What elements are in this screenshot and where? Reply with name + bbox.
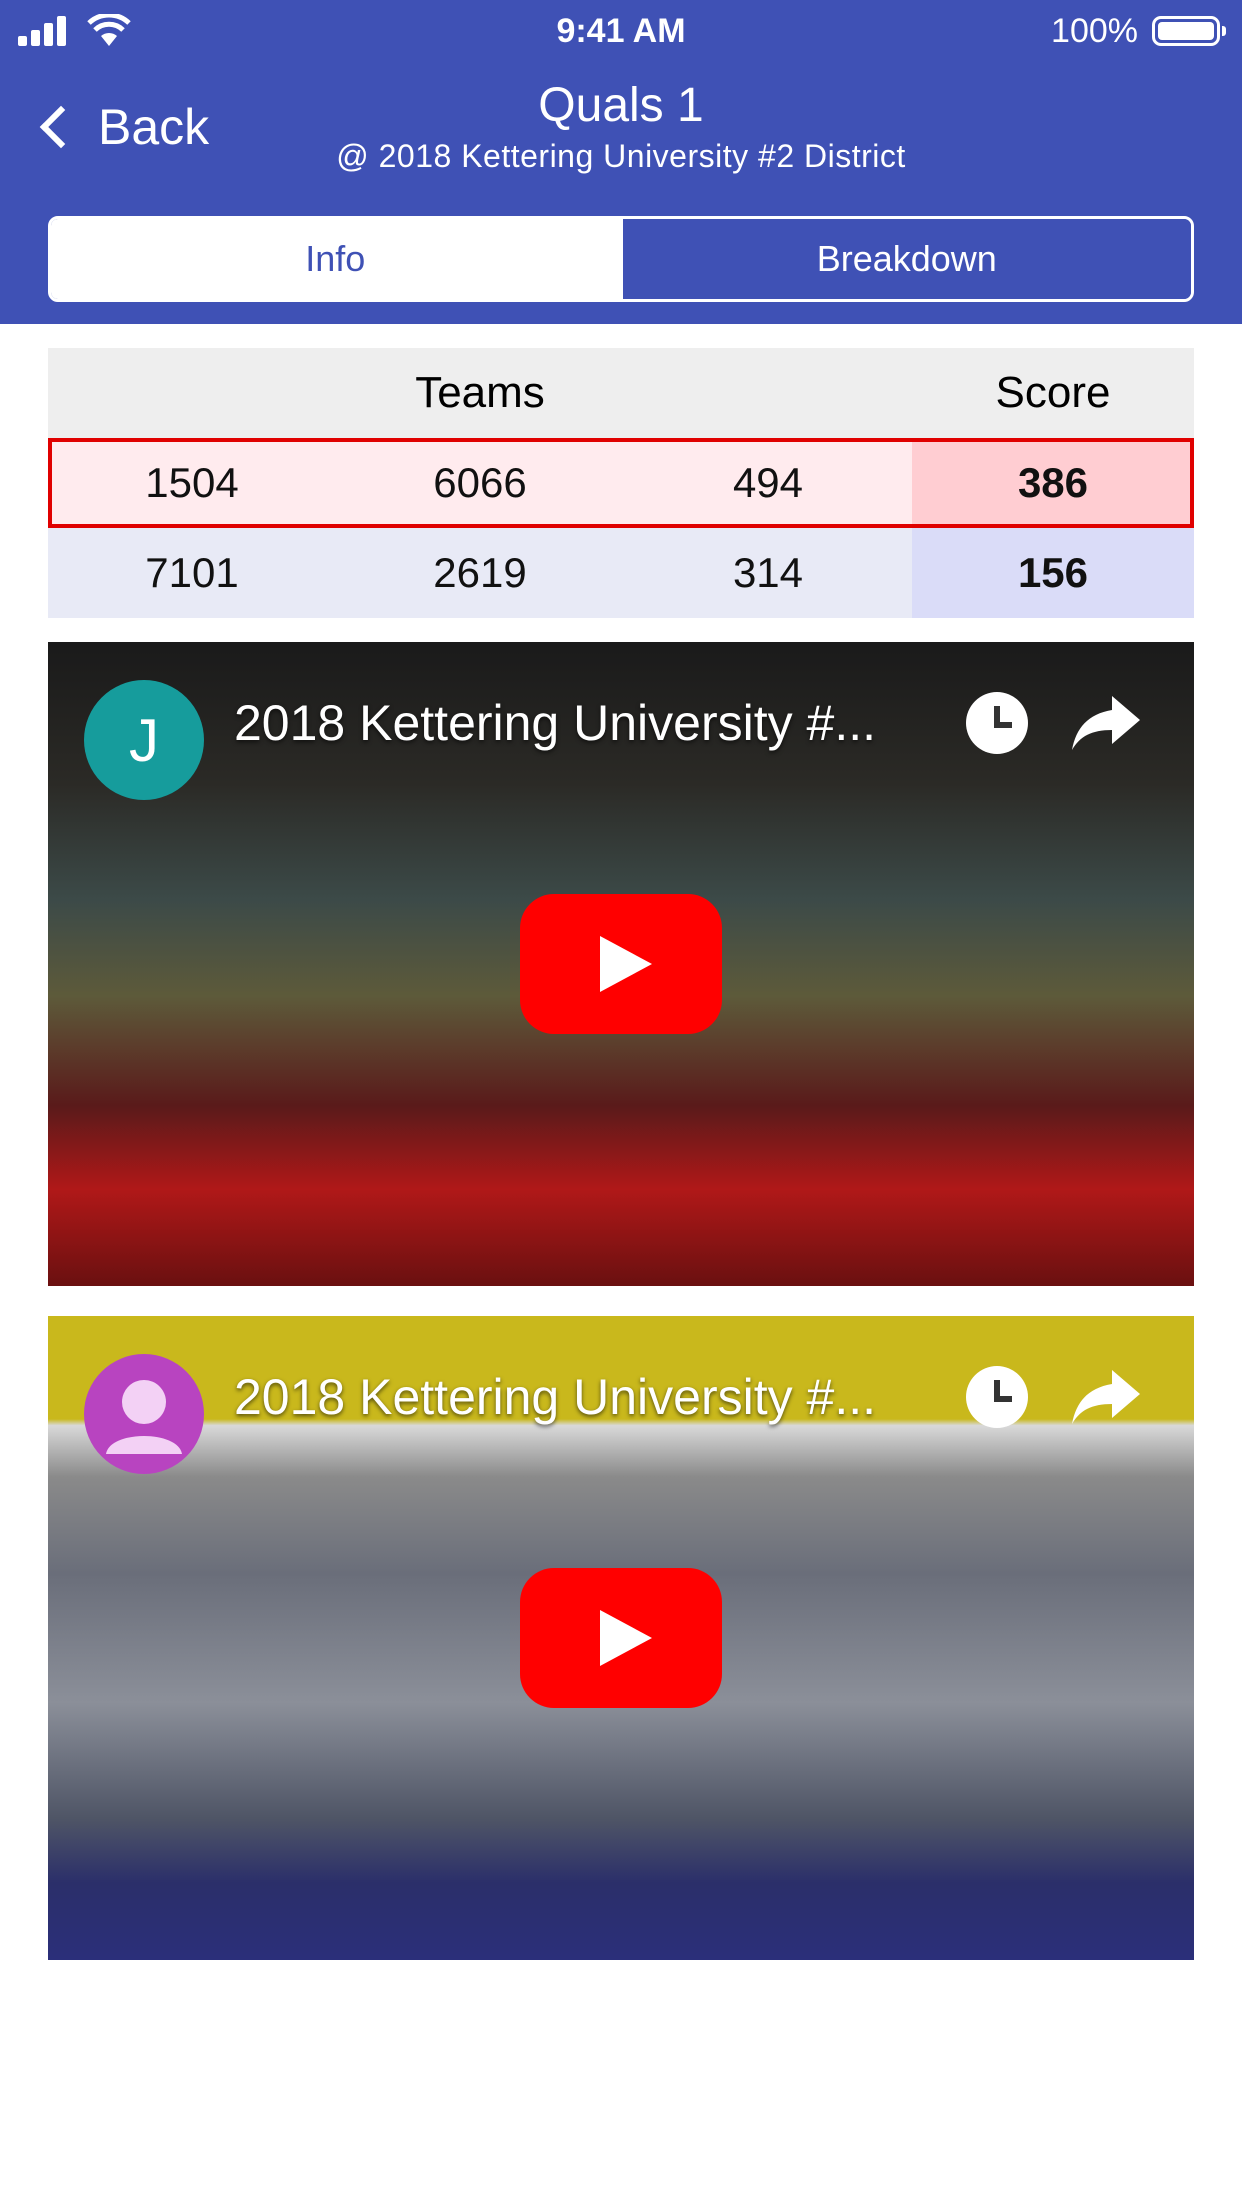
battery-icon	[1152, 16, 1226, 46]
video-title: 2018 Kettering University #...	[234, 1369, 876, 1425]
battery-percent: 100%	[1051, 12, 1138, 50]
share-icon[interactable]	[1068, 686, 1144, 756]
channel-avatar: J	[84, 680, 204, 800]
page-title: Quals 1	[538, 79, 704, 132]
status-bar: 9:41 AM 100%	[0, 0, 1242, 62]
blue-team-1[interactable]: 7101	[48, 528, 336, 618]
channel-avatar	[84, 1354, 204, 1474]
video-player-2[interactable]: 2018 Kettering University #...	[48, 1316, 1194, 1960]
blue-team-3[interactable]: 314	[624, 528, 912, 618]
tab-info[interactable]: Info	[51, 219, 620, 299]
page-subtitle: @ 2018 Kettering University #2 District	[336, 138, 906, 174]
score-table: Teams Score 1504 6066 494 386 7101 2619 …	[48, 348, 1194, 618]
red-team-1[interactable]: 1504	[48, 438, 336, 528]
play-icon[interactable]	[520, 1568, 722, 1708]
teams-header: Teams	[415, 368, 545, 417]
clock-icon[interactable]	[966, 1366, 1028, 1428]
tab-breakdown[interactable]: Breakdown	[619, 219, 1191, 299]
red-score: 386	[912, 438, 1194, 528]
app-header: 9:41 AM 100% Back Quals 1 @ 2018 Ketteri…	[0, 0, 1242, 324]
blue-team-2[interactable]: 2619	[336, 528, 624, 618]
red-team-3[interactable]: 494	[624, 438, 912, 528]
video-title: 2018 Kettering University #...	[234, 695, 876, 751]
share-icon[interactable]	[1068, 1360, 1144, 1430]
blue-alliance-row: 7101 2619 314 156	[48, 528, 1194, 618]
red-team-2[interactable]: 6066	[336, 438, 624, 528]
blue-score: 156	[912, 528, 1194, 618]
segmented-control: Info Breakdown	[48, 216, 1194, 302]
play-icon[interactable]	[520, 894, 722, 1034]
clock-icon[interactable]	[966, 692, 1028, 754]
video-player-1[interactable]: J 2018 Kettering University #...	[48, 642, 1194, 1286]
person-icon	[106, 1380, 182, 1454]
score-table-header: Teams Score	[48, 348, 1194, 438]
score-header: Score	[995, 368, 1111, 417]
red-alliance-row: 1504 6066 494 386	[48, 438, 1194, 528]
